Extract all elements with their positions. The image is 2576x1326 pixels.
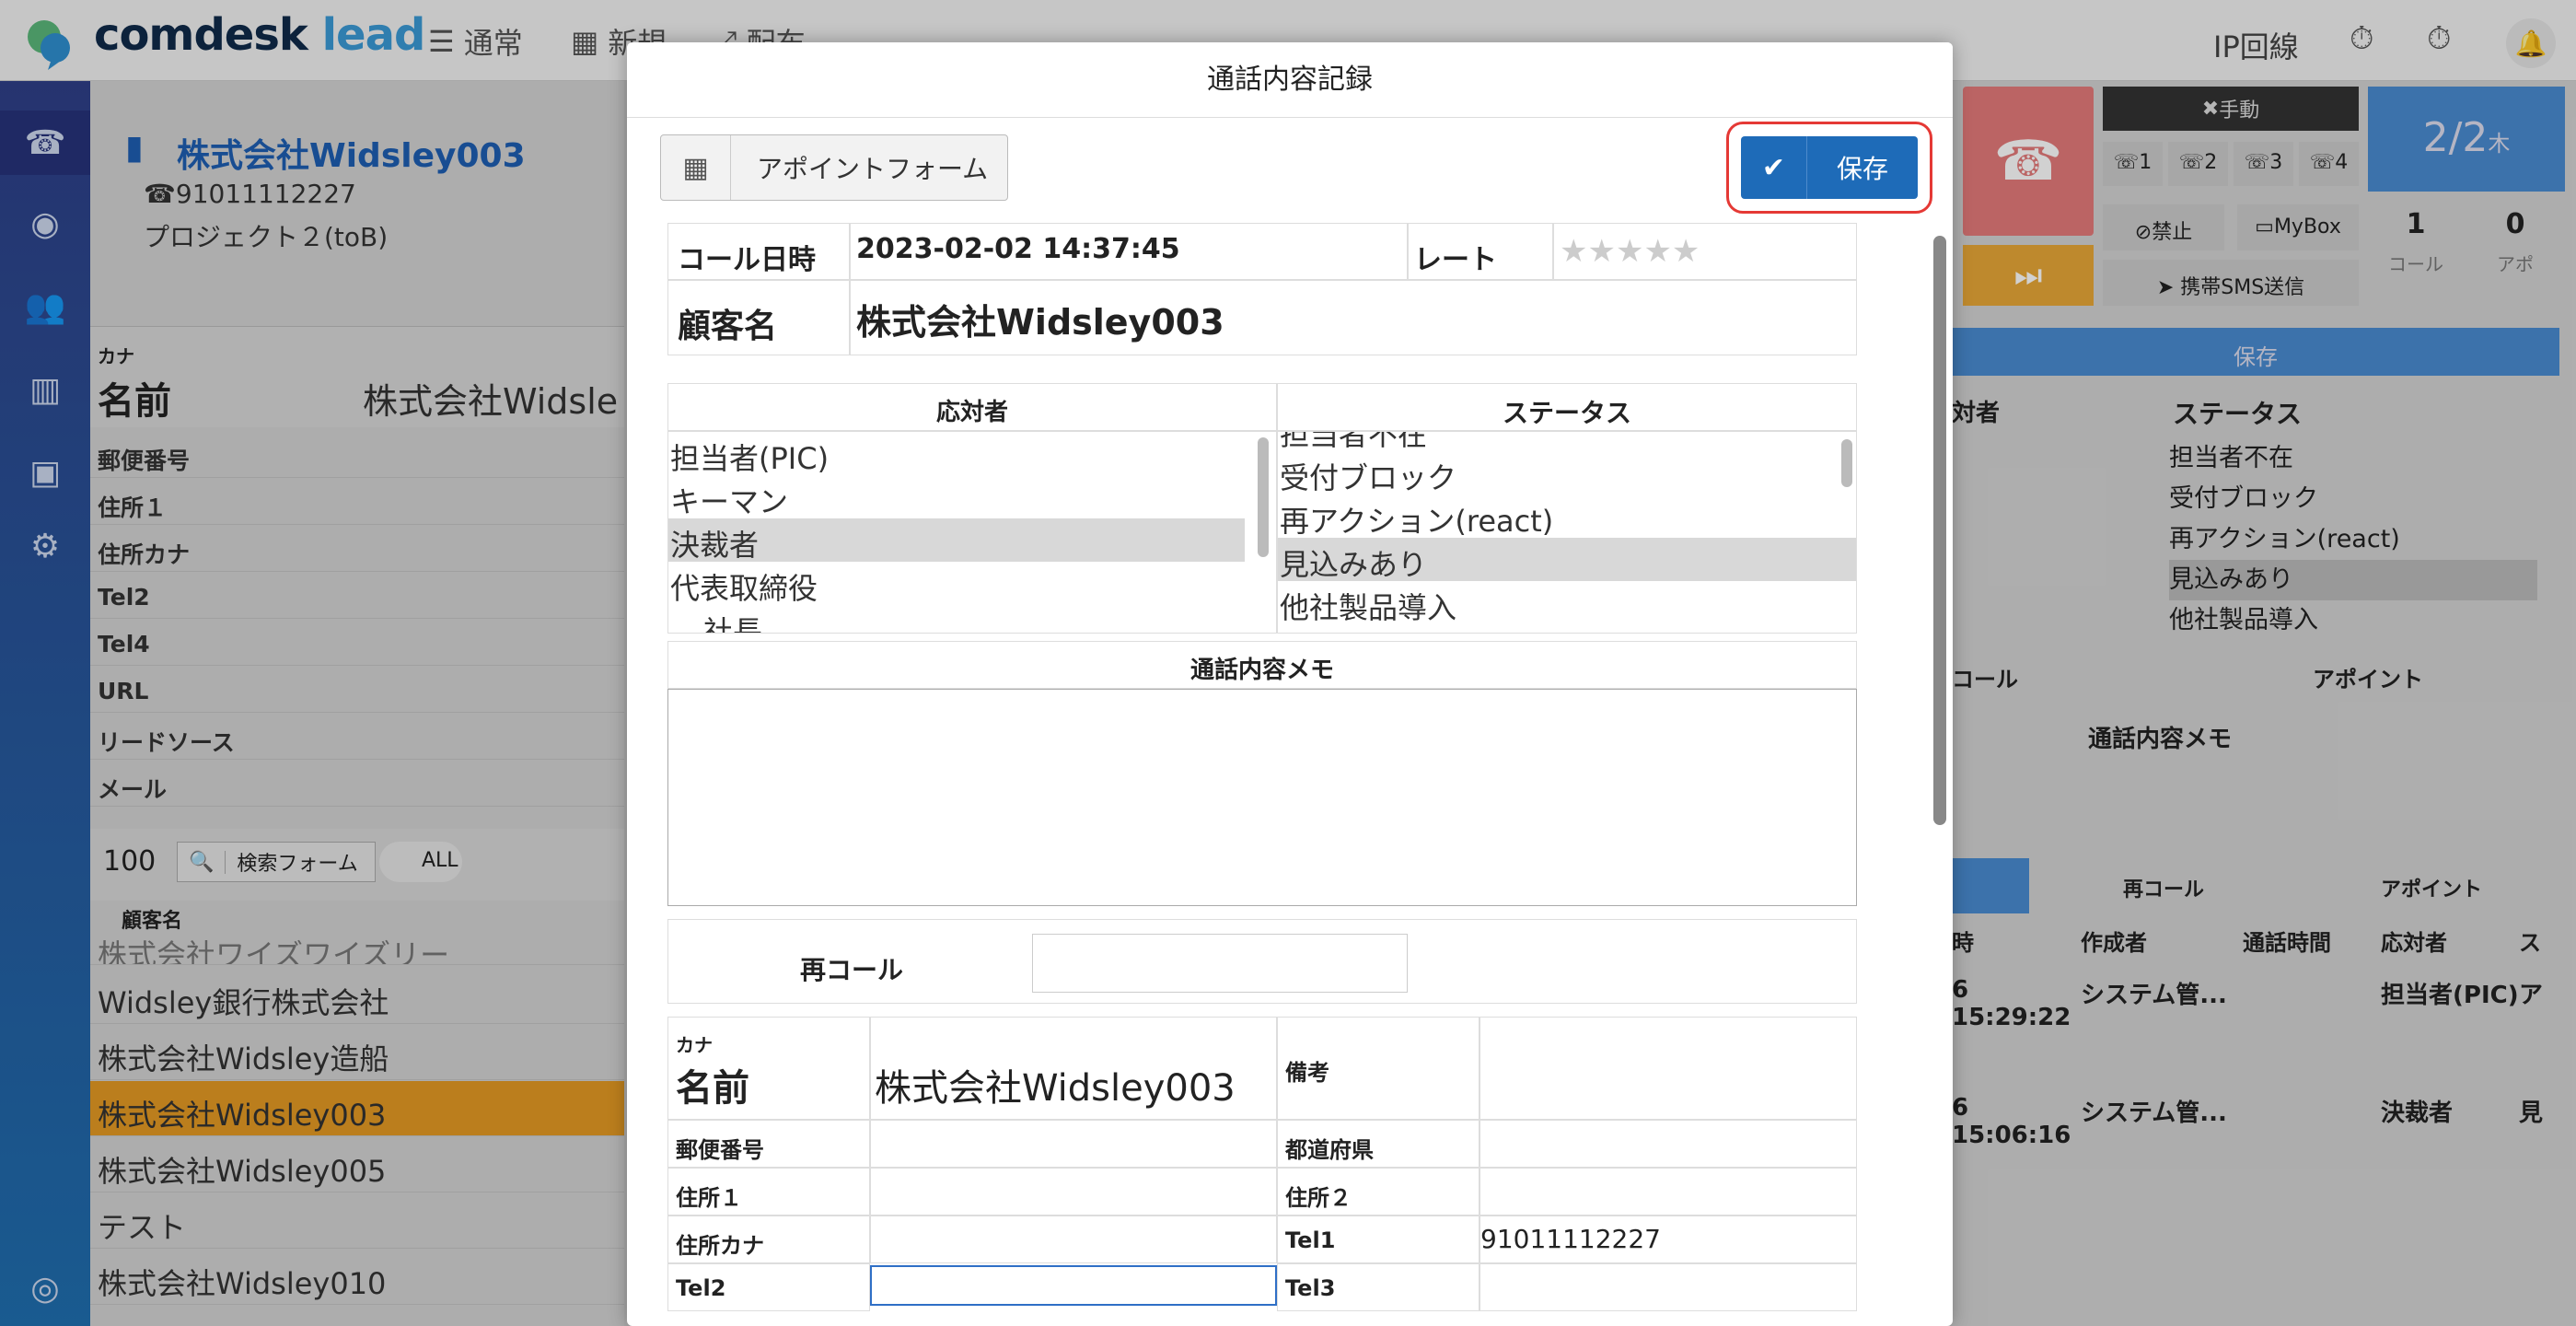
respondent-listbox[interactable]: 担当者(PIC) キーマン 決裁者 代表取締役 社長 — [667, 431, 1277, 634]
tel3-field[interactable] — [1479, 1263, 1857, 1311]
address-kana-field[interactable] — [870, 1216, 1277, 1263]
remarks-textarea[interactable] — [1479, 1017, 1857, 1120]
rate-stars[interactable]: ★★★★★ — [1553, 223, 1857, 280]
address2-field[interactable] — [1479, 1168, 1857, 1216]
memo-header: 通話内容メモ — [667, 641, 1857, 689]
respondent-option[interactable]: 担当者(PIC) — [668, 432, 1276, 476]
status-scrollbar[interactable] — [1841, 439, 1852, 487]
memo-textarea[interactable] — [667, 689, 1857, 906]
appointment-form-button[interactable]: ▦ アポイントフォーム — [660, 134, 1008, 201]
tel1-label: Tel1 — [1277, 1216, 1479, 1263]
check-icon: ✔ — [1741, 136, 1807, 199]
respondent-option[interactable]: 代表取締役 — [668, 562, 1276, 606]
respondent-option[interactable]: キーマン — [668, 475, 1276, 519]
save-button[interactable]: ✔ 保存 — [1741, 136, 1918, 199]
tel2-label: Tel2 — [667, 1263, 870, 1311]
postal-label: 郵便番号 — [667, 1120, 870, 1168]
modal-title: 通話内容記録 — [627, 42, 1953, 118]
customer-label: 顧客名 — [667, 280, 850, 355]
tel2-field[interactable] — [870, 1265, 1277, 1306]
status-listbox[interactable]: 担当者不在 受付ブロック 再アクション(react) 見込みあり 他社製品導入 — [1277, 431, 1857, 634]
call-datetime-value: 2023-02-02 14:37:45 — [850, 223, 1408, 280]
prefecture-label: 都道府県 — [1277, 1120, 1479, 1168]
respondent-scrollbar[interactable] — [1258, 437, 1269, 557]
kana-name-label: カナ 名前 — [667, 1017, 870, 1120]
tel1-field[interactable]: 91011112227 — [1479, 1216, 1857, 1263]
modal-content: コール日時 2023-02-02 14:37:45 レート ★★★★★ 顧客名 … — [664, 223, 1888, 1326]
recall-input[interactable] — [1032, 934, 1408, 993]
respondent-header: 応対者 — [667, 383, 1277, 431]
call-record-modal: 通話内容記録 ▦ アポイントフォーム ✔ 保存 コール日時 2023-02-02… — [627, 42, 1953, 1326]
respondent-option[interactable]: 社長 — [668, 605, 1276, 633]
modal-scrollbar[interactable] — [1933, 236, 1946, 825]
status-option[interactable]: 再アクション(react) — [1278, 494, 1856, 539]
status-header: ステータス — [1277, 383, 1857, 431]
customer-value: 株式会社Widsley003 — [850, 280, 1857, 355]
rate-label: レート — [1408, 223, 1553, 280]
status-option-selected[interactable]: 見込みあり — [1278, 538, 1856, 582]
prefecture-field[interactable] — [1479, 1120, 1857, 1168]
call-datetime-label: コール日時 — [667, 223, 850, 280]
respondent-option-selected[interactable]: 決裁者 — [668, 518, 1245, 563]
postal-field[interactable] — [870, 1120, 1277, 1168]
address-kana-label: 住所カナ — [667, 1216, 870, 1263]
tel3-label: Tel3 — [1277, 1263, 1479, 1311]
address2-label: 住所２ — [1277, 1168, 1479, 1216]
status-option[interactable]: 担当者不在 — [1278, 432, 1856, 452]
status-option[interactable]: 受付ブロック — [1278, 451, 1856, 495]
recall-label: 再コール — [800, 955, 904, 985]
status-option[interactable]: 他社製品導入 — [1278, 581, 1856, 625]
address1-field[interactable] — [870, 1168, 1277, 1216]
remarks-label: 備考 — [1277, 1017, 1479, 1120]
name-value: 株式会社Widsley003 — [870, 1017, 1277, 1120]
address1-label: 住所１ — [667, 1168, 870, 1216]
calendar-icon: ▦ — [661, 135, 731, 200]
